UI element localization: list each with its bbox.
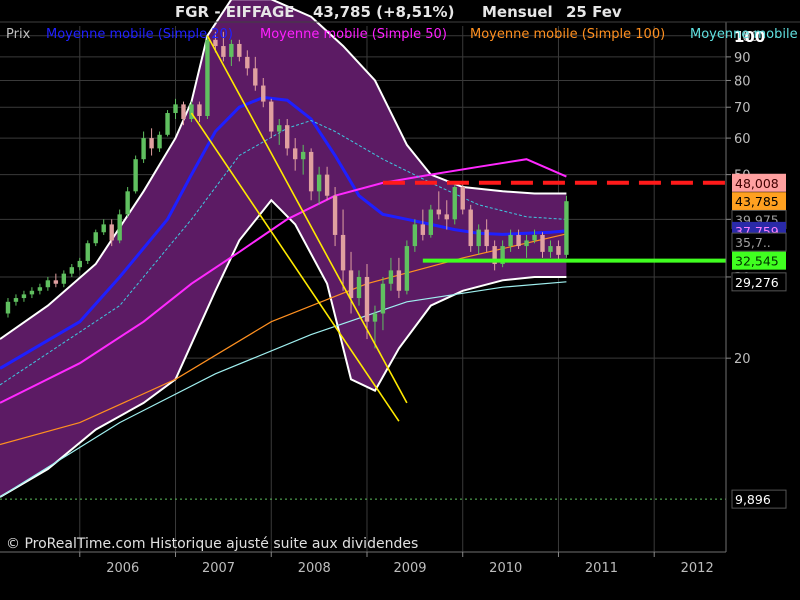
candle-body [316,174,322,192]
candle-body [53,280,59,284]
header-period: Mensuel [482,3,553,21]
candle-body [444,214,449,220]
candle-body [173,104,178,114]
candle-body [508,234,513,247]
candle-body [285,125,290,149]
candle-body [157,134,162,149]
candle-body [308,151,314,192]
candle-body [37,287,43,291]
candle-body [109,224,114,241]
candle-body [364,276,370,322]
candle-body [245,56,250,69]
header-date: 25 Fev [566,3,622,21]
candle-body [412,224,418,247]
candle-body [524,240,529,247]
candle-body [181,104,186,120]
candle-body [292,148,298,160]
candle-body [141,138,146,160]
chart-canvas: 2030405060708090100 20062007200820092010… [0,0,800,600]
candle-body [93,232,98,244]
candle-body [460,187,465,210]
candle-body [380,283,386,314]
candle-body [388,270,394,284]
candle-body [45,280,51,288]
header-symbol: FGR - EIFFAGE [175,3,295,21]
candle-body [452,187,457,220]
candle-body [300,151,306,160]
candle-body [428,209,434,235]
candle-body [332,195,338,235]
y-tick-label: 20 [734,352,751,367]
header-quote: 43,785 (+8,51%) [313,3,454,21]
candle-body [269,101,274,132]
candle-body [396,270,402,291]
candle-body [261,85,266,102]
price-label-text: 43,785 [735,194,779,209]
candle-body [117,214,122,241]
legend-item-ma200[interactable]: Moyenne mobile (Simple 200) [690,27,800,42]
copyright-note: © ProRealTime.com Historique ajusté suit… [6,536,418,552]
candle-body [221,46,226,57]
y-tick-label: 70 [734,101,751,116]
x-tick-label: 2007 [202,561,235,576]
y-tick-label: 80 [734,74,751,89]
candle-body [5,301,11,314]
candle-body [340,234,346,271]
candle-body [420,224,426,235]
price-label-text: 29,276 [735,275,779,290]
legend-item-ma50[interactable]: Moyenne mobile (Simple 50) [260,27,447,42]
price-label-text: 9,896 [735,492,771,507]
candle-body [356,276,362,299]
candle-body [21,294,27,299]
candle-body [125,191,130,215]
candle-body [484,229,489,247]
candle-body [476,229,481,247]
legend-item-ma20[interactable]: Moyenne mobile (Simple 20) [46,27,233,42]
candle-body [540,234,545,252]
candle-body [197,104,202,116]
candle-body [149,138,154,149]
y-tick-label: 90 [734,51,751,66]
y-tick-label: 60 [734,132,751,147]
candle-body [548,246,553,252]
x-tick-label: 2011 [585,561,618,576]
candle-body [348,270,354,299]
x-tick-label: 2006 [106,561,139,576]
candle-body [564,201,569,255]
candle-body [85,243,90,261]
candle-body [101,224,106,233]
candle-body [516,234,521,247]
candle-body [229,43,234,57]
candle-body [556,246,561,255]
x-tick-label: 2008 [298,561,331,576]
price-label-text: 48,008 [735,176,779,191]
price-label-text: 32,545 [735,254,779,269]
candle-body [436,209,441,215]
candle-body [61,273,67,284]
x-tick-label: 2009 [393,561,426,576]
candle-body [277,125,282,132]
candle-body [468,209,473,247]
candle-body [532,234,537,241]
candle-body [372,313,378,322]
candle-body [205,39,210,116]
candle-body [189,104,194,120]
candle-body [404,246,410,291]
x-tick-label: 2010 [489,561,522,576]
candle-body [253,68,258,86]
legend-item-ma100[interactable]: Moyenne mobile (Simple 100) [470,27,665,42]
candle-body [165,113,170,135]
candle-body [29,290,35,295]
legend-item-price[interactable]: Prix [6,27,31,42]
price-label-text: 35,7.. [735,235,771,250]
candle-body [13,298,19,302]
candle-body [69,267,74,274]
x-tick-label: 2012 [681,561,714,576]
candle-body [237,43,242,57]
candle-body [77,260,82,268]
candle-body [324,174,330,196]
candle-body [133,159,138,192]
